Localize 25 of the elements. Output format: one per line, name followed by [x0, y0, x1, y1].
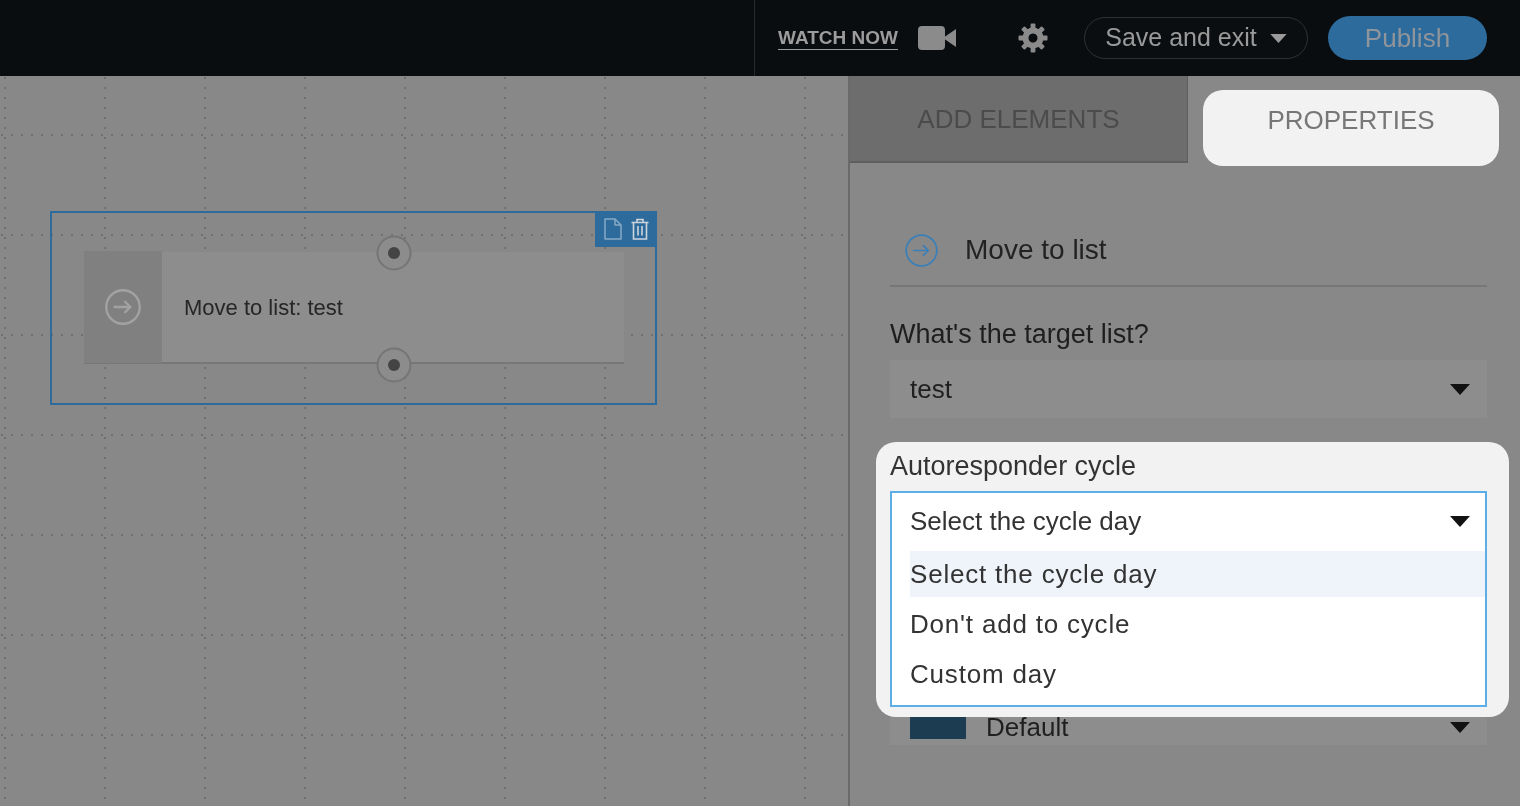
- field-label: Autoresponder cycle: [890, 450, 1138, 482]
- arrow-circle-icon: [905, 233, 938, 267]
- dropdown-option[interactable]: Don't add to cycle: [910, 601, 1485, 647]
- settings-icon[interactable]: [1017, 23, 1048, 53]
- workflow-node[interactable]: Move to list: test: [84, 252, 624, 364]
- caret-icon: [1269, 33, 1287, 43]
- select-field[interactable]: Select the cycle day: [890, 491, 1487, 549]
- node-selection-frame[interactable]: Move to list: test: [50, 211, 657, 405]
- connection-handle-icon[interactable]: [376, 347, 412, 383]
- node-label: Move to list: test: [184, 293, 343, 322]
- arrow-circle-icon: [105, 289, 141, 325]
- save-exit-button[interactable]: Save and exit: [1083, 17, 1308, 59]
- dropdown-option[interactable]: Select the cycle day: [910, 551, 1485, 597]
- element-title: Move to list: [965, 233, 1107, 267]
- video-camera-icon[interactable]: [917, 25, 956, 51]
- document-icon[interactable]: [603, 218, 622, 240]
- connection-handle-icon[interactable]: [376, 235, 412, 271]
- field-label: What's the target list?: [890, 318, 1150, 350]
- watch-now-link[interactable]: WATCH NOW: [778, 26, 898, 50]
- caret-icon: [1450, 383, 1470, 395]
- select-field[interactable]: test: [890, 360, 1487, 418]
- panel-tab[interactable]: PROPERTIES: [1203, 90, 1499, 166]
- trash-icon[interactable]: [630, 218, 649, 240]
- caret-icon: [1450, 722, 1470, 733]
- caret-icon: [1450, 515, 1470, 527]
